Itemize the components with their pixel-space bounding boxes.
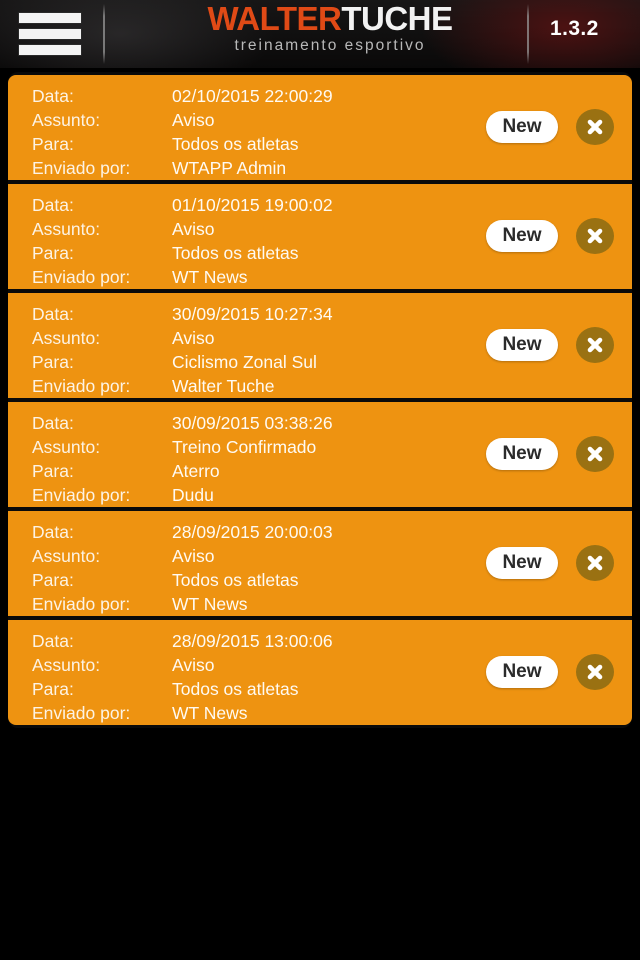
label-subject: Assunto: (32, 437, 101, 457)
hamburger-bar-3 (18, 44, 82, 56)
message-card-3[interactable]: Data: 30/09/2015 03:38:26 Assunto: Treino … (8, 402, 632, 507)
label-to: Para: (32, 352, 74, 372)
label-sender: Enviado por: (32, 594, 131, 614)
delete-message-button[interactable] (576, 327, 614, 363)
value-sender: Walter Tuche (172, 376, 275, 396)
app-header: WALTERTUCHE treinamento esportivo 1.3.2 (0, 0, 640, 68)
value-date: 30/09/2015 10:27:34 (172, 304, 333, 324)
value-sender: Dudu (172, 485, 214, 505)
label-to: Para: (32, 243, 74, 263)
label-sender: Enviado por: (32, 267, 131, 287)
delete-message-button[interactable] (576, 436, 614, 472)
new-status-badge[interactable]: New (486, 547, 558, 579)
message-card-2[interactable]: Data: 30/09/2015 10:27:34 Assunto: Aviso P… (8, 293, 632, 398)
value-sender: WT News (172, 594, 248, 614)
message-sender-row: Enviado por: Dudu (32, 483, 632, 507)
message-date-row: Data: 30/09/2015 03:38:26 (32, 411, 632, 435)
logo-walter-text: WALTER (207, 0, 342, 37)
header-divider-left (103, 4, 105, 64)
value-date: 30/09/2015 03:38:26 (172, 413, 333, 433)
close-x-icon (587, 555, 603, 571)
label-sender: Enviado por: (32, 158, 131, 178)
label-to: Para: (32, 570, 74, 590)
label-to: Para: (32, 679, 74, 699)
message-date-row: Data: 01/10/2015 19:00:02 (32, 193, 632, 217)
message-card-1[interactable]: Data: 01/10/2015 19:00:02 Assunto: Aviso P… (8, 184, 632, 289)
message-date-row: Data: 30/09/2015 10:27:34 (32, 302, 632, 326)
label-date: Data: (32, 304, 74, 324)
message-sender-row: Enviado por: Walter Tuche (32, 374, 632, 398)
label-date: Data: (32, 86, 74, 106)
value-date: 28/09/2015 13:00:06 (172, 631, 333, 651)
logo-tagline: treinamento esportivo (234, 37, 426, 54)
logo-tuche-text: TUCHE (341, 0, 453, 37)
message-sender-row: Enviado por: WTAPP Admin (32, 156, 632, 180)
message-date-row: Data: 28/09/2015 20:00:03 (32, 520, 632, 544)
value-to: Todos os atletas (172, 134, 299, 154)
logo-wordmark: WALTERTUCHE (200, 2, 460, 35)
label-subject: Assunto: (32, 655, 101, 675)
label-subject: Assunto: (32, 328, 101, 348)
new-status-badge[interactable]: New (486, 220, 558, 252)
value-sender: WT News (172, 267, 248, 287)
message-sender-row: Enviado por: WT News (32, 592, 632, 616)
label-sender: Enviado por: (32, 376, 131, 396)
header-divider-right (527, 4, 529, 64)
value-to: Todos os atletas (172, 570, 299, 590)
value-date: 28/09/2015 20:00:03 (172, 522, 333, 542)
value-subject: Treino Confirmado (172, 437, 317, 457)
value-subject: Aviso (172, 219, 215, 239)
hamburger-bar-2 (18, 28, 82, 40)
label-date: Data: (32, 195, 74, 215)
hamburger-menu-button[interactable] (18, 10, 82, 58)
delete-message-button[interactable] (576, 654, 614, 690)
value-subject: Aviso (172, 110, 215, 130)
close-x-icon (587, 664, 603, 680)
value-to: Todos os atletas (172, 679, 299, 699)
label-date: Data: (32, 522, 74, 542)
new-status-badge[interactable]: New (486, 656, 558, 688)
close-x-icon (587, 119, 603, 135)
message-card-5[interactable]: Data: 28/09/2015 13:00:06 Assunto: Aviso P… (8, 620, 632, 725)
value-date: 02/10/2015 22:00:29 (172, 86, 333, 106)
label-subject: Assunto: (32, 110, 101, 130)
label-subject: Assunto: (32, 219, 101, 239)
label-to: Para: (32, 461, 74, 481)
message-card-4[interactable]: Data: 28/09/2015 20:00:03 Assunto: Aviso P… (8, 511, 632, 616)
value-to: Aterro (172, 461, 220, 481)
value-sender: WTAPP Admin (172, 158, 287, 178)
value-to: Ciclismo Zonal Sul (172, 352, 317, 372)
value-subject: Aviso (172, 328, 215, 348)
new-status-badge[interactable]: New (486, 111, 558, 143)
message-sender-row: Enviado por: WT News (32, 701, 632, 725)
value-sender: WT News (172, 703, 248, 723)
message-sender-row: Enviado por: WT News (32, 265, 632, 289)
label-to: Para: (32, 134, 74, 154)
label-date: Data: (32, 631, 74, 651)
delete-message-button[interactable] (576, 218, 614, 254)
value-date: 01/10/2015 19:00:02 (172, 195, 333, 215)
app-logo: WALTERTUCHE treinamento esportivo (200, 2, 460, 54)
delete-message-button[interactable] (576, 545, 614, 581)
close-x-icon (587, 446, 603, 462)
close-x-icon (587, 337, 603, 353)
app-version-label: 1.3.2 (550, 17, 599, 40)
label-sender: Enviado por: (32, 703, 131, 723)
label-date: Data: (32, 413, 74, 433)
message-date-row: Data: 02/10/2015 22:00:29 (32, 84, 632, 108)
message-card-0[interactable]: Data: 02/10/2015 22:00:29 Assunto: Aviso P… (8, 75, 632, 180)
delete-message-button[interactable] (576, 109, 614, 145)
value-subject: Aviso (172, 546, 215, 566)
value-to: Todos os atletas (172, 243, 299, 263)
hamburger-bar-1 (18, 12, 82, 24)
label-sender: Enviado por: (32, 485, 131, 505)
message-date-row: Data: 28/09/2015 13:00:06 (32, 629, 632, 653)
new-status-badge[interactable]: New (486, 329, 558, 361)
value-subject: Aviso (172, 655, 215, 675)
new-status-badge[interactable]: New (486, 438, 558, 470)
label-subject: Assunto: (32, 546, 101, 566)
message-list: Data: 02/10/2015 22:00:29 Assunto: Aviso P… (8, 72, 632, 728)
close-x-icon (587, 228, 603, 244)
